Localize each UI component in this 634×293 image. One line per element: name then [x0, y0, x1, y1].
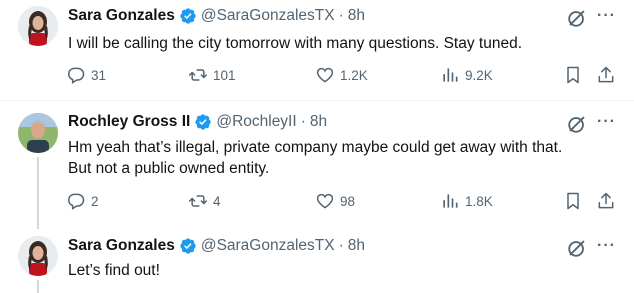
views-button[interactable]: 9.2K [440, 65, 493, 85]
reply-count: 2 [91, 193, 99, 209]
verified-badge-icon [180, 238, 196, 254]
action-bar: 2 4 98 1.8K [66, 191, 616, 213]
avatar[interactable] [18, 113, 58, 153]
tweet-text: I will be calling the city tomorrow with… [68, 33, 522, 54]
timestamp[interactable]: 8h [348, 237, 365, 255]
timestamp[interactable]: 8h [348, 7, 365, 25]
retweet-count: 4 [213, 193, 221, 209]
verified-badge-icon [195, 114, 212, 130]
retweet-count: 101 [213, 67, 236, 83]
tweet-text-line: Let’s find out! [68, 262, 160, 279]
grok-icon[interactable] [566, 7, 588, 29]
separator: · [300, 113, 306, 130]
author-name[interactable]: Sara Gonzales [68, 237, 175, 255]
author-handle[interactable]: @RochleyII [216, 113, 296, 131]
like-icon [316, 67, 334, 83]
avatar[interactable] [18, 6, 58, 46]
views-icon [443, 68, 458, 82]
more-icon[interactable]: ··· [597, 237, 616, 255]
tweet-header: Sara Gonzales @SaraGonzalesTX · 8h [68, 7, 365, 25]
like-button[interactable]: 1.2K [315, 65, 368, 85]
share-icon [598, 66, 614, 83]
author-handle[interactable]: @SaraGonzalesTX [201, 7, 335, 25]
share-icon [598, 192, 614, 209]
bookmark-icon [567, 66, 579, 84]
more-icon[interactable]: ··· [597, 113, 616, 131]
tweet-3[interactable]: Sara Gonzales @SaraGonzalesTX · 8h ··· L… [0, 228, 634, 293]
retweet-icon [188, 69, 208, 81]
like-count: 1.2K [340, 67, 368, 83]
tweet-text-line: But not a public owned entity. [68, 160, 270, 177]
reply-button[interactable]: 31 [66, 65, 106, 85]
tweet-text-line: I will be calling the city tomorrow with… [68, 35, 523, 52]
avatar[interactable] [18, 236, 58, 276]
views-count: 9.2K [465, 67, 493, 83]
verified-badge-icon [180, 8, 196, 24]
thread-line [37, 280, 39, 293]
reply-button[interactable]: 2 [66, 191, 99, 211]
tweet-text: Hm yeah that’s illegal, private company … [68, 137, 562, 179]
bookmark-icon [567, 192, 579, 210]
author-name[interactable]: Sara Gonzales [68, 7, 175, 25]
tweet-header: Sara Gonzales @SaraGonzalesTX · 8h [68, 237, 365, 255]
tweet-header: Rochley Gross II @RochleyII · 8h [68, 113, 327, 131]
reply-icon [68, 193, 85, 210]
views-button[interactable]: 1.8K [440, 191, 493, 211]
like-count: 98 [340, 193, 356, 209]
share-button[interactable] [596, 191, 616, 211]
reply-count: 31 [91, 67, 107, 83]
separator: · [338, 7, 344, 24]
bookmark-button[interactable] [563, 65, 583, 85]
share-button[interactable] [596, 65, 616, 85]
views-count: 1.8K [465, 193, 493, 209]
like-button[interactable]: 98 [315, 191, 355, 211]
tweet-2[interactable]: Rochley Gross II @RochleyII · 8h ··· Hm … [0, 100, 634, 229]
more-icon[interactable]: ··· [597, 7, 616, 25]
tweet-text-line: Hm yeah that’s illegal, private company … [68, 139, 563, 156]
bookmark-button[interactable] [563, 191, 583, 211]
grok-icon[interactable] [566, 113, 588, 135]
separator: · [338, 237, 344, 254]
like-icon [316, 193, 334, 209]
retweet-button[interactable]: 101 [188, 65, 236, 85]
author-name[interactable]: Rochley Gross II [68, 113, 190, 131]
views-icon [443, 194, 458, 208]
tweet-1[interactable]: Sara Gonzales @SaraGonzalesTX · 8h ··· I… [0, 0, 634, 100]
reply-icon [68, 67, 85, 84]
action-bar: 31 101 1.2K 9.2K [66, 65, 616, 87]
timestamp[interactable]: 8h [310, 113, 327, 131]
author-handle[interactable]: @SaraGonzalesTX [201, 237, 335, 255]
retweet-icon [188, 195, 208, 207]
tweet-text: Let’s find out! [68, 260, 160, 281]
grok-icon[interactable] [566, 237, 588, 259]
retweet-button[interactable]: 4 [188, 191, 221, 211]
thread-line [37, 157, 39, 229]
